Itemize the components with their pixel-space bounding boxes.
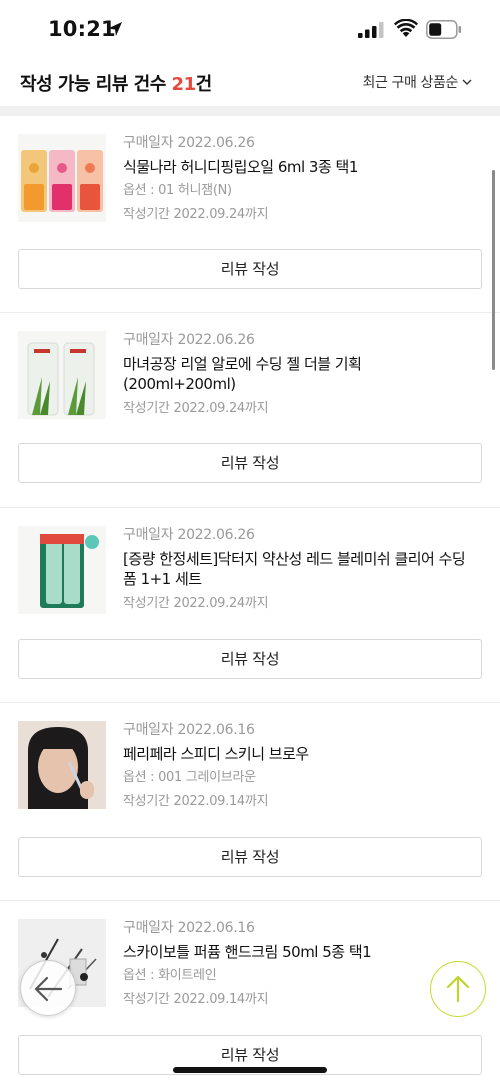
review-item: 구매일자 2022.06.26 [증량 한정세트]닥터지 약산성 레드 블레미쉬… [0,508,500,703]
review-count: 21 [171,74,197,95]
write-review-button[interactable]: 리뷰 작성 [18,443,482,483]
review-list: 구매일자 2022.06.26 식물나라 허니디핑립오일 6ml 3종 택1 옵… [0,116,500,1081]
product-option: 옵션 : 화이트레인 [123,968,217,983]
review-info: 구매일자 2022.06.26 식물나라 허니디핑립오일 6ml 3종 택1 옵… [123,134,473,224]
header: 작성 가능 리뷰 건수 21건 최근 구매 상품순 [0,62,500,106]
review-deadline: 작성기간 2022.09.24까지 [123,401,269,416]
product-name[interactable]: 식물나라 허니디핑립오일 6ml 3종 택1 [123,157,473,177]
product-thumbnail[interactable] [18,721,106,809]
write-review-button[interactable]: 리뷰 작성 [18,249,482,289]
review-item: 구매일자 2022.06.26 식물나라 허니디핑립오일 6ml 3종 택1 옵… [0,116,500,313]
review-info: 구매일자 2022.06.16 페리페라 스피디 스키니 브로우 옵션 : 00… [123,721,473,811]
cleansing-foam-image [18,526,106,614]
review-info: 구매일자 2022.06.26 마녀공장 리얼 알로에 수딩 젤 더블 기획 (… [123,331,473,418]
lip-oil-image [18,134,106,222]
chevron-down-icon [462,79,472,85]
review-item: 구매일자 2022.06.16 페리페라 스피디 스키니 브로우 옵션 : 00… [0,703,500,901]
aloe-gel-image [18,331,106,419]
purchase-date: 구매일자 2022.06.26 [123,527,255,543]
product-name[interactable]: [증량 한정세트]닥터지 약산성 레드 블레미쉬 클리어 수딩 폼 1+1 세트 [123,549,473,589]
review-info: 구매일자 2022.06.26 [증량 한정세트]닥터지 약산성 레드 블레미쉬… [123,526,473,613]
back-button[interactable] [20,960,76,1016]
purchase-date: 구매일자 2022.06.26 [123,332,255,348]
product-name[interactable]: 스카이보틀 퍼퓸 핸드크림 50ml 5종 택1 [123,942,473,962]
scrollbar[interactable] [492,170,495,370]
status-bar: 10:21 [0,0,500,62]
purchase-date: 구매일자 2022.06.16 [123,722,255,738]
product-thumbnail[interactable] [18,134,106,222]
product-option: 옵션 : 01 허니잼(N) [123,183,232,198]
review-deadline: 작성기간 2022.09.14까지 [123,794,269,809]
review-info: 구매일자 2022.06.16 스카이보틀 퍼퓸 핸드크림 50ml 5종 택1… [123,919,473,1009]
review-deadline: 작성기간 2022.09.24까지 [123,207,269,222]
page-title: 작성 가능 리뷰 건수 21건 [20,70,212,96]
write-review-button[interactable]: 리뷰 작성 [18,639,482,679]
battery-icon [426,20,462,39]
write-review-button[interactable]: 리뷰 작성 [18,837,482,877]
home-indicator [173,1067,327,1073]
wifi-icon [394,19,418,37]
sort-dropdown[interactable]: 최근 구매 상품순 [363,72,472,92]
arrow-left-icon [34,976,63,1002]
cellular-signal-icon [358,22,384,38]
title-suffix: 건 [195,74,213,95]
product-thumbnail[interactable] [18,526,106,614]
review-deadline: 작성기간 2022.09.14까지 [123,992,269,1007]
review-item: 구매일자 2022.06.26 마녀공장 리얼 알로에 수딩 젤 더블 기획 (… [0,313,500,508]
product-option: 옵션 : 001 그레이브라운 [123,770,256,785]
product-thumbnail[interactable] [18,331,106,419]
scroll-to-top-button[interactable] [430,961,486,1017]
review-deadline: 작성기간 2022.09.24까지 [123,596,269,611]
purchase-date: 구매일자 2022.06.16 [123,920,255,936]
location-arrow-icon [108,22,122,36]
title-prefix: 작성 가능 리뷰 건수 [20,74,172,95]
section-divider [0,106,500,116]
product-name[interactable]: 마녀공장 리얼 알로에 수딩 젤 더블 기획 (200ml+200ml) [123,354,473,394]
brow-model-image [18,721,106,809]
purchase-date: 구매일자 2022.06.26 [123,135,255,151]
arrow-up-icon [446,975,470,1003]
product-name[interactable]: 페리페라 스피디 스키니 브로우 [123,744,473,764]
sort-label: 최근 구매 상품순 [362,75,459,91]
